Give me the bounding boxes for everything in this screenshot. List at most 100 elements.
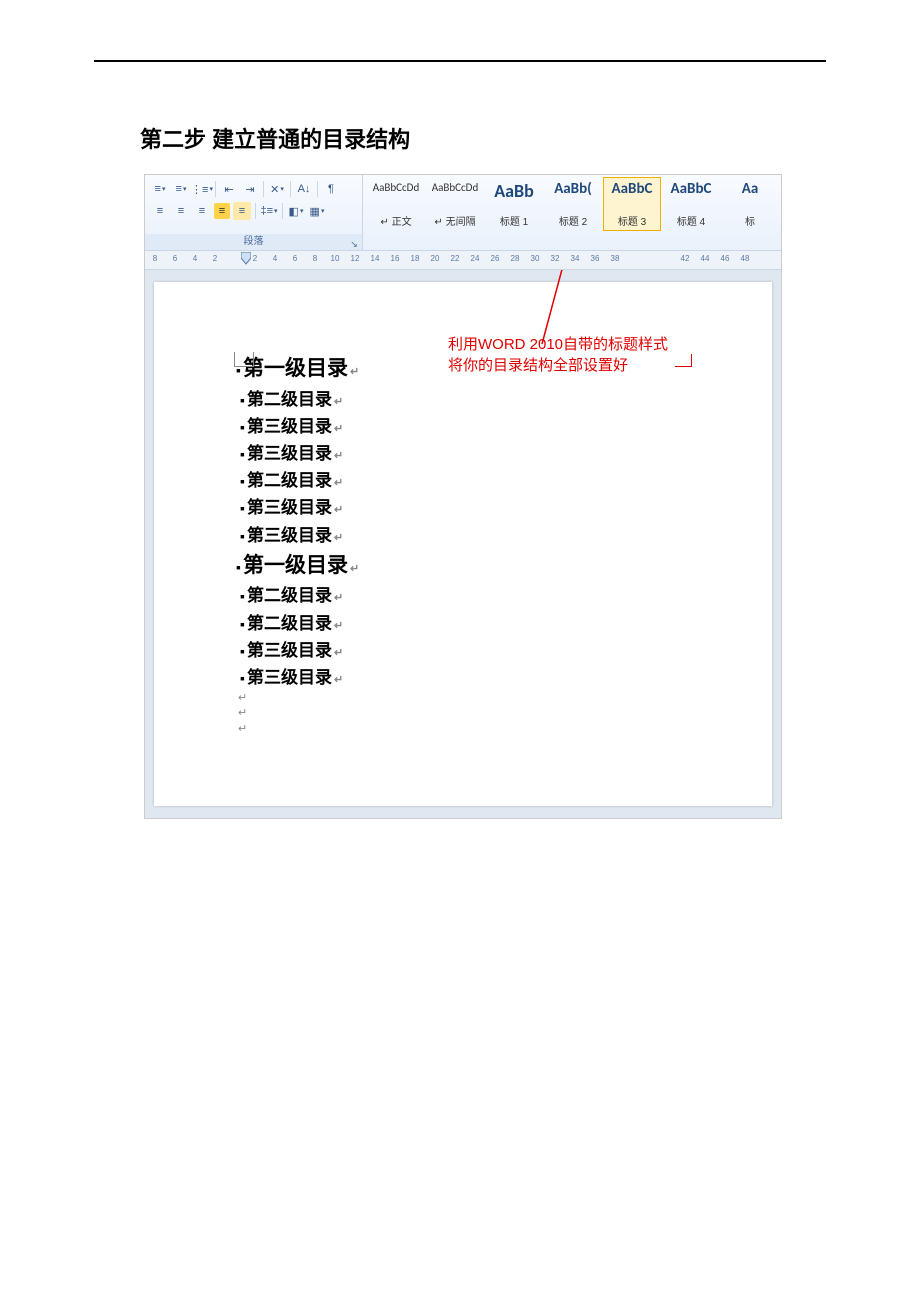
outline-item[interactable]: ▪第三级目录↵ (240, 413, 772, 440)
separator (263, 181, 264, 197)
ruler-number: 44 (701, 254, 710, 263)
style-preview: AaBb( (554, 182, 592, 197)
outline-item-text: 第三级目录 (247, 440, 332, 467)
bullet-list-icon[interactable]: ≡ (151, 180, 169, 198)
ruler-number: 42 (681, 254, 690, 263)
paragraph-mark: ↵ (350, 561, 359, 579)
outline-item[interactable]: ▪第一级目录↵ (236, 549, 772, 583)
outline-item-text: 第二级目录 (247, 386, 332, 413)
outline-item[interactable]: ▪第三级目录↵ (240, 440, 772, 467)
word-screenshot: ≡ ≡ ⋮≡ ⇤ ⇥ ✕ A↓ ¶ ≡ ≡ ≡ ≡ (144, 174, 782, 819)
style-item-1[interactable]: AaBbCcDd ↵ 无间隔 (426, 177, 484, 231)
dialog-launcher-icon[interactable]: ↘ (349, 236, 359, 246)
outline-item[interactable]: ▪第二级目录↵ (240, 467, 772, 494)
multilevel-list-icon[interactable]: ⋮≡ (193, 180, 211, 198)
outline-item[interactable]: ▪第三级目录↵ (240, 664, 772, 691)
style-item-6[interactable]: Aa 标 (721, 177, 779, 231)
paragraph-mark: ↵ (238, 722, 772, 737)
outline-item-text: 第三级目录 (247, 664, 332, 691)
style-label: 标题 3 (618, 213, 646, 228)
asian-layout-icon[interactable]: ✕ (268, 180, 286, 198)
decrease-indent-icon[interactable]: ⇤ (220, 180, 238, 198)
bullet-icon: ▪ (240, 470, 245, 492)
number-list-icon[interactable]: ≡ (172, 180, 190, 198)
paragraph-mark: ↵ (334, 530, 343, 548)
separator (317, 181, 318, 197)
ruler-number: 30 (531, 254, 540, 263)
paragraph-mark: ↵ (350, 364, 359, 382)
paper-page[interactable]: 利用WORD 2010自带的标题样式 将你的目录结构全部设置好 ▪第一级目录↵▪… (154, 282, 772, 806)
outline-item-text: 第二级目录 (247, 610, 332, 637)
ruler-number: 2 (253, 254, 257, 263)
align-justify-icon[interactable]: ≡ (214, 203, 230, 219)
align-left-icon[interactable]: ≡ (151, 202, 169, 220)
style-preview: AaBbC (671, 182, 712, 197)
outline-item[interactable]: ▪第三级目录↵ (240, 522, 772, 549)
outline-item-text: 第二级目录 (247, 467, 332, 494)
ruler-number: 6 (173, 254, 177, 263)
ruler-number: 4 (273, 254, 277, 263)
ruler-number: 16 (391, 254, 400, 263)
ruler-number: 20 (431, 254, 440, 263)
outline-item[interactable]: ▪第二级目录↵ (240, 582, 772, 609)
paragraph-mark: ↵ (334, 475, 343, 493)
outline-item[interactable]: ▪第三级目录↵ (240, 494, 772, 521)
separator (282, 203, 283, 219)
document-area: 利用WORD 2010自带的标题样式 将你的目录结构全部设置好 ▪第一级目录↵▪… (145, 270, 781, 818)
style-item-3[interactable]: AaBb(标题 2 (544, 177, 602, 231)
ruler-number: 8 (153, 254, 157, 263)
ruler-number: 8 (313, 254, 317, 263)
ruler-number: 28 (511, 254, 520, 263)
line-spacing-icon[interactable]: ‡≡ (260, 202, 278, 220)
separator (255, 203, 256, 219)
style-item-0[interactable]: AaBbCcDd↵ 正文 (367, 177, 425, 231)
paragraph-group-label: 段落 ↘ (145, 234, 362, 250)
style-preview: Aa (742, 182, 759, 197)
separator (290, 181, 291, 197)
paragraph-mark: ↵ (334, 502, 343, 520)
ruler-number: 14 (371, 254, 380, 263)
cursor-indicator (234, 352, 254, 367)
outline-item-text: 第三级目录 (247, 522, 332, 549)
paragraph-group-label-text: 段落 (244, 236, 264, 247)
paragraph-mark: ↵ (334, 618, 343, 636)
style-preview: AaBbCcDd (432, 182, 478, 193)
style-item-2[interactable]: AaBb标题 1 (485, 177, 543, 231)
outline-item-text: 第二级目录 (247, 582, 332, 609)
style-item-5[interactable]: AaBbC标题 4 (662, 177, 720, 231)
sort-icon[interactable]: A↓ (295, 180, 313, 198)
outline-item-text: 第一级目录 (243, 549, 348, 583)
ribbon: ≡ ≡ ⋮≡ ⇤ ⇥ ✕ A↓ ¶ ≡ ≡ ≡ ≡ (145, 175, 781, 251)
outline-item[interactable]: ▪第三级目录↵ (240, 637, 772, 664)
bullet-icon: ▪ (240, 667, 245, 689)
styles-gallery: AaBbCcDd↵ 正文AaBbCcDd↵ 无间隔AaBb标题 1AaBb(标题… (363, 175, 781, 250)
outline-item-text: 第三级目录 (247, 494, 332, 521)
outline-item-text: 第三级目录 (247, 637, 332, 664)
style-label: 标 (745, 213, 755, 228)
show-marks-icon[interactable]: ¶ (322, 180, 340, 198)
align-distribute-icon[interactable]: ≡ (233, 202, 251, 220)
outline-list: ▪第一级目录↵▪第二级目录↵▪第三级目录↵▪第三级目录↵▪第二级目录↵▪第三级目… (236, 352, 772, 691)
ruler-number: 6 (293, 254, 297, 263)
ruler-number: 18 (411, 254, 420, 263)
align-center-icon[interactable]: ≡ (172, 202, 190, 220)
paragraph-mark: ↵ (334, 421, 343, 439)
horizontal-ruler[interactable]: 8642246810121416182022242628303234363842… (145, 251, 781, 270)
align-right-icon[interactable]: ≡ (193, 202, 211, 220)
style-preview: AaBbC (612, 182, 653, 197)
paragraph-mark: ↵ (334, 645, 343, 663)
outline-item[interactable]: ▪第二级目录↵ (240, 610, 772, 637)
paragraph-mark: ↵ (334, 672, 343, 690)
outline-item[interactable]: ▪第二级目录↵ (240, 386, 772, 413)
outline-item-text: 第一级目录 (243, 352, 348, 386)
style-preview: AaBbCcDd (373, 182, 419, 193)
style-item-4[interactable]: AaBbC 标题 3 (603, 177, 661, 231)
increase-indent-icon[interactable]: ⇥ (241, 180, 259, 198)
borders-icon[interactable]: ▦ (308, 202, 326, 220)
ruler-number: 48 (741, 254, 750, 263)
shading-icon[interactable]: ◧ (287, 202, 305, 220)
annotation-line-1: 利用WORD 2010自带的标题样式 (448, 334, 668, 355)
indent-marker-icon[interactable] (241, 252, 251, 266)
bullet-icon: ▪ (240, 416, 245, 438)
style-label: ↵ 无间隔 (434, 213, 475, 228)
